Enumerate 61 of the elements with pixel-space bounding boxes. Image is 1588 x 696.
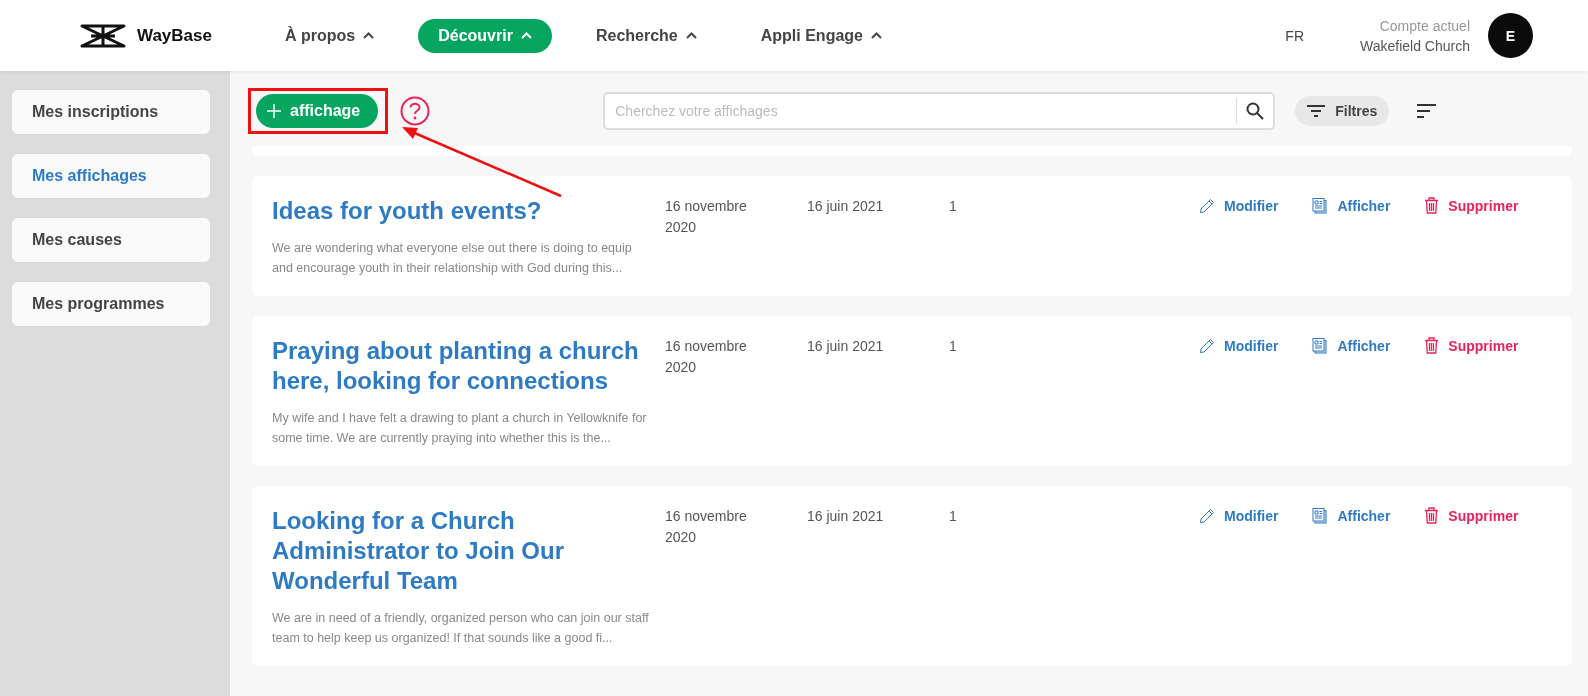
document-icon — [1312, 197, 1329, 214]
trash-icon — [1424, 507, 1440, 524]
created-date: 16 novembre 2020 — [665, 337, 748, 377]
pencil-icon — [1199, 337, 1215, 354]
caret-icon — [871, 32, 882, 39]
view-link[interactable]: Afficher — [1312, 337, 1391, 354]
updated-date: 16 juin 2021 — [807, 507, 885, 526]
filter-button[interactable]: Filtres — [1295, 96, 1390, 126]
edit-link[interactable]: Modifier — [1199, 337, 1279, 354]
nav-item[interactable]: À propos — [265, 18, 395, 53]
sidebar-item[interactable]: Mes affichages — [12, 154, 210, 198]
delete-link[interactable]: Supprimer — [1424, 507, 1519, 524]
search-icon — [1246, 102, 1265, 120]
response-count: 1 — [949, 197, 958, 216]
edit-link[interactable]: Modifier — [1199, 197, 1279, 214]
search-bar[interactable]: Cherchez votre affichages — [603, 92, 1276, 130]
account-caption: Compte actuel — [1379, 17, 1470, 34]
created-date: 16 novembre 2020 — [665, 507, 748, 547]
avatar[interactable]: E — [1488, 13, 1533, 58]
caret-icon — [363, 32, 375, 39]
language-selector[interactable]: FR — [1285, 27, 1304, 44]
sidebar-item[interactable]: Mes causes — [12, 218, 210, 262]
posting-title[interactable]: Ideas for youth events? — [272, 196, 657, 226]
account-name: Wakefield Church — [1360, 37, 1470, 54]
pencil-icon — [1199, 507, 1215, 524]
response-count: 1 — [949, 507, 958, 526]
plus-icon — [266, 103, 282, 119]
edit-link[interactable]: Modifier — [1199, 507, 1279, 524]
trash-icon — [1424, 337, 1440, 354]
created-date: 16 novembre 2020 — [665, 197, 748, 237]
posting-excerpt: We are in need of a friendly, organized person who can join our staff team to help keep us organized! If that sounds like a good fi... — [272, 610, 650, 647]
updated-date: 16 juin 2021 — [807, 197, 885, 216]
help-icon[interactable] — [400, 96, 431, 126]
brand-name: WayBase — [137, 25, 212, 46]
search-field[interactable]: Cherchez votre affichages — [605, 103, 1237, 119]
nav-item[interactable]: Appli Engage — [740, 18, 902, 53]
delete-link[interactable]: Supprimer — [1424, 337, 1519, 354]
sidebar-item[interactable]: Mes inscriptions — [12, 90, 210, 134]
view-link[interactable]: Afficher — [1312, 507, 1391, 524]
posting-title[interactable]: Praying about planting a church here, looking for connections — [272, 336, 657, 396]
document-icon — [1312, 507, 1329, 524]
trash-icon — [1424, 197, 1440, 214]
posting-excerpt: My wife and I have felt a drawing to plant a church in Yellowknife for some time. We are currently praying into whether this is the... — [272, 410, 648, 447]
posting-excerpt: We are wondering what everyone else out there is doing to equip and encourage youth in their relationship with God during this... — [272, 240, 633, 277]
view-link[interactable]: Afficher — [1312, 197, 1391, 214]
sort-icon — [1417, 104, 1437, 118]
sidebar-item[interactable]: Mes programmes — [12, 282, 210, 326]
delete-link[interactable]: Supprimer — [1424, 197, 1519, 214]
add-button[interactable]: affichage — [256, 94, 379, 128]
nav-item[interactable]: Recherche — [575, 18, 717, 53]
posting-title[interactable]: Looking for a Church Administrator to Join Our Wonderful Team — [272, 506, 657, 596]
caret-icon — [685, 32, 697, 39]
logo-icon — [79, 22, 127, 49]
caret-icon — [520, 32, 532, 39]
nav-item[interactable]: Découvrir — [418, 18, 552, 53]
filter-icon — [1307, 105, 1326, 117]
document-icon — [1312, 337, 1329, 354]
response-count: 1 — [949, 337, 958, 356]
pencil-icon — [1199, 197, 1215, 214]
updated-date: 16 juin 2021 — [807, 337, 885, 356]
sort-button[interactable] — [1417, 104, 1437, 118]
